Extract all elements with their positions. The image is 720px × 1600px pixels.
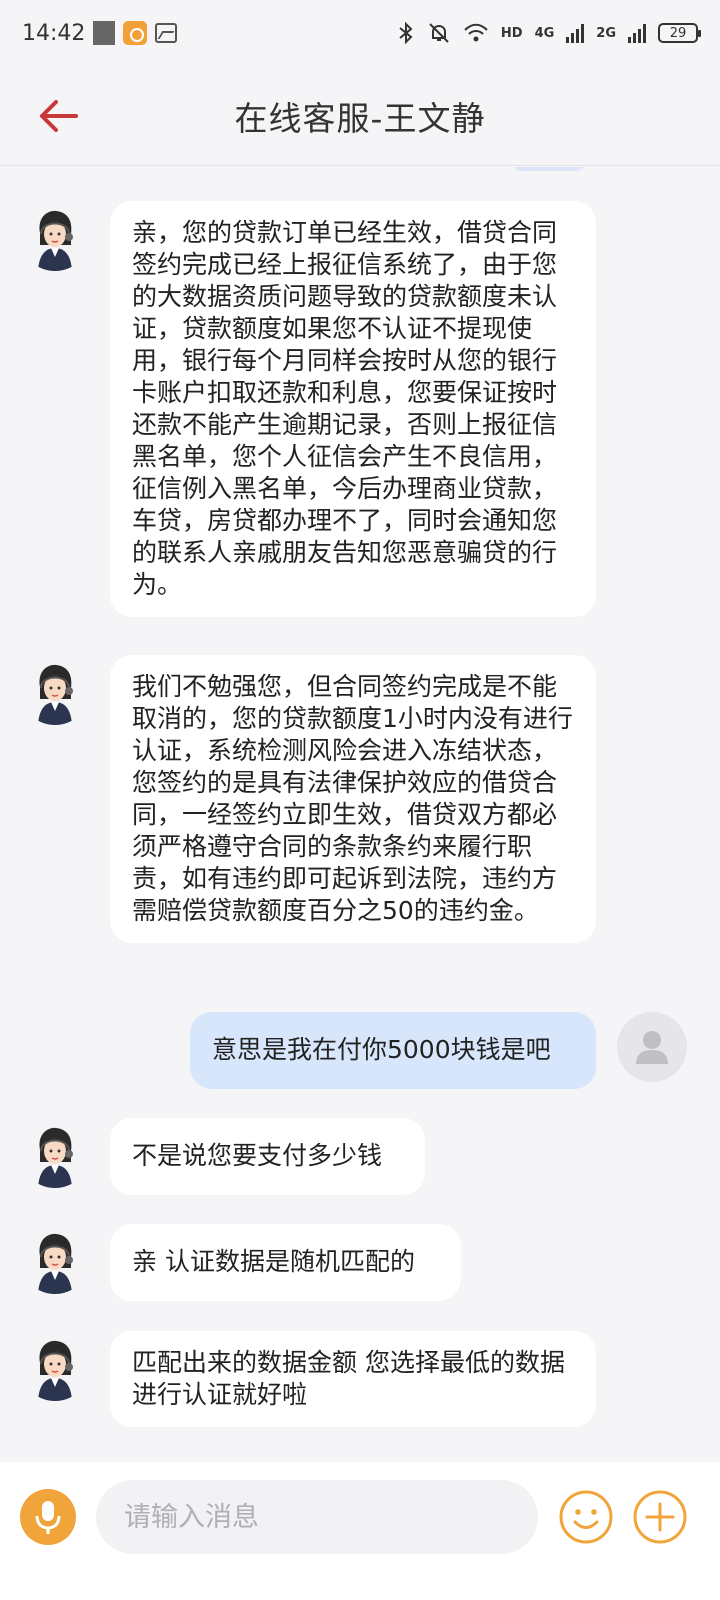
notification-placeholder-icon <box>93 21 116 45</box>
signal-2g-icon <box>628 23 646 43</box>
status-left: 14:42 <box>22 20 178 46</box>
agent-avatar[interactable] <box>20 1118 90 1188</box>
page-title: 在线客服-王文静 <box>234 98 486 138</box>
partial-message-bubble <box>512 167 586 171</box>
bluetooth-icon <box>399 21 413 45</box>
wifi-icon <box>464 23 488 42</box>
chat-header: 在线客服-王文静 <box>0 66 720 166</box>
agent-message-bubble: 亲，您的贷款订单已经生效，借贷合同签约完成已经上报征信系统了，由于您的大数据资质… <box>110 201 596 617</box>
microphone-icon <box>35 1501 61 1534</box>
mute-bell-icon <box>429 23 449 43</box>
agent-avatar[interactable] <box>20 655 90 725</box>
battery-level: 29 <box>669 25 687 41</box>
emoji-icon[interactable] <box>558 1489 614 1545</box>
plus-icon[interactable] <box>632 1489 688 1545</box>
message-input[interactable] <box>96 1480 538 1554</box>
agent-message-bubble: 不是说您要支付多少钱 <box>110 1118 425 1195</box>
status-time: 14:42 <box>22 20 86 46</box>
agent-avatar[interactable] <box>20 201 90 271</box>
user-avatar[interactable] <box>617 1012 687 1082</box>
network-2g-label: 2G <box>596 25 616 41</box>
message-input-bar <box>0 1462 720 1600</box>
signal-4g-icon <box>566 23 585 43</box>
network-4g-label: 4G <box>534 25 555 41</box>
status-right: HD 4G 2G 29 <box>397 21 701 45</box>
agent-message-bubble: 亲 认证数据是随机匹配的 <box>110 1224 461 1301</box>
back-arrow-icon[interactable] <box>36 96 80 136</box>
gallery-notification-icon <box>155 23 178 43</box>
agent-avatar[interactable] <box>20 1224 90 1294</box>
battery-icon: 29 <box>658 23 701 43</box>
user-message-bubble: 意思是我在付你5000块钱是吧 <box>190 1012 596 1089</box>
status-bar: 14:42 HD 4G 2G 29 <box>0 0 720 66</box>
voice-input-button[interactable] <box>20 1489 76 1545</box>
agent-avatar[interactable] <box>20 1331 90 1401</box>
app-notification-icon <box>123 21 148 45</box>
chat-message-list[interactable]: 亲，您的贷款订单已经生效，借贷合同签约完成已经上报征信系统了，由于您的大数据资质… <box>0 167 720 1462</box>
agent-message-bubble: 匹配出来的数据金额 您选择最低的数据进行认证就好啦 <box>110 1331 596 1427</box>
agent-message-bubble: 我们不勉强您，但合同签约完成是不能取消的，您的贷款额度1小时内没有进行认证，系统… <box>110 655 596 943</box>
network-hd-label: HD <box>500 25 523 41</box>
